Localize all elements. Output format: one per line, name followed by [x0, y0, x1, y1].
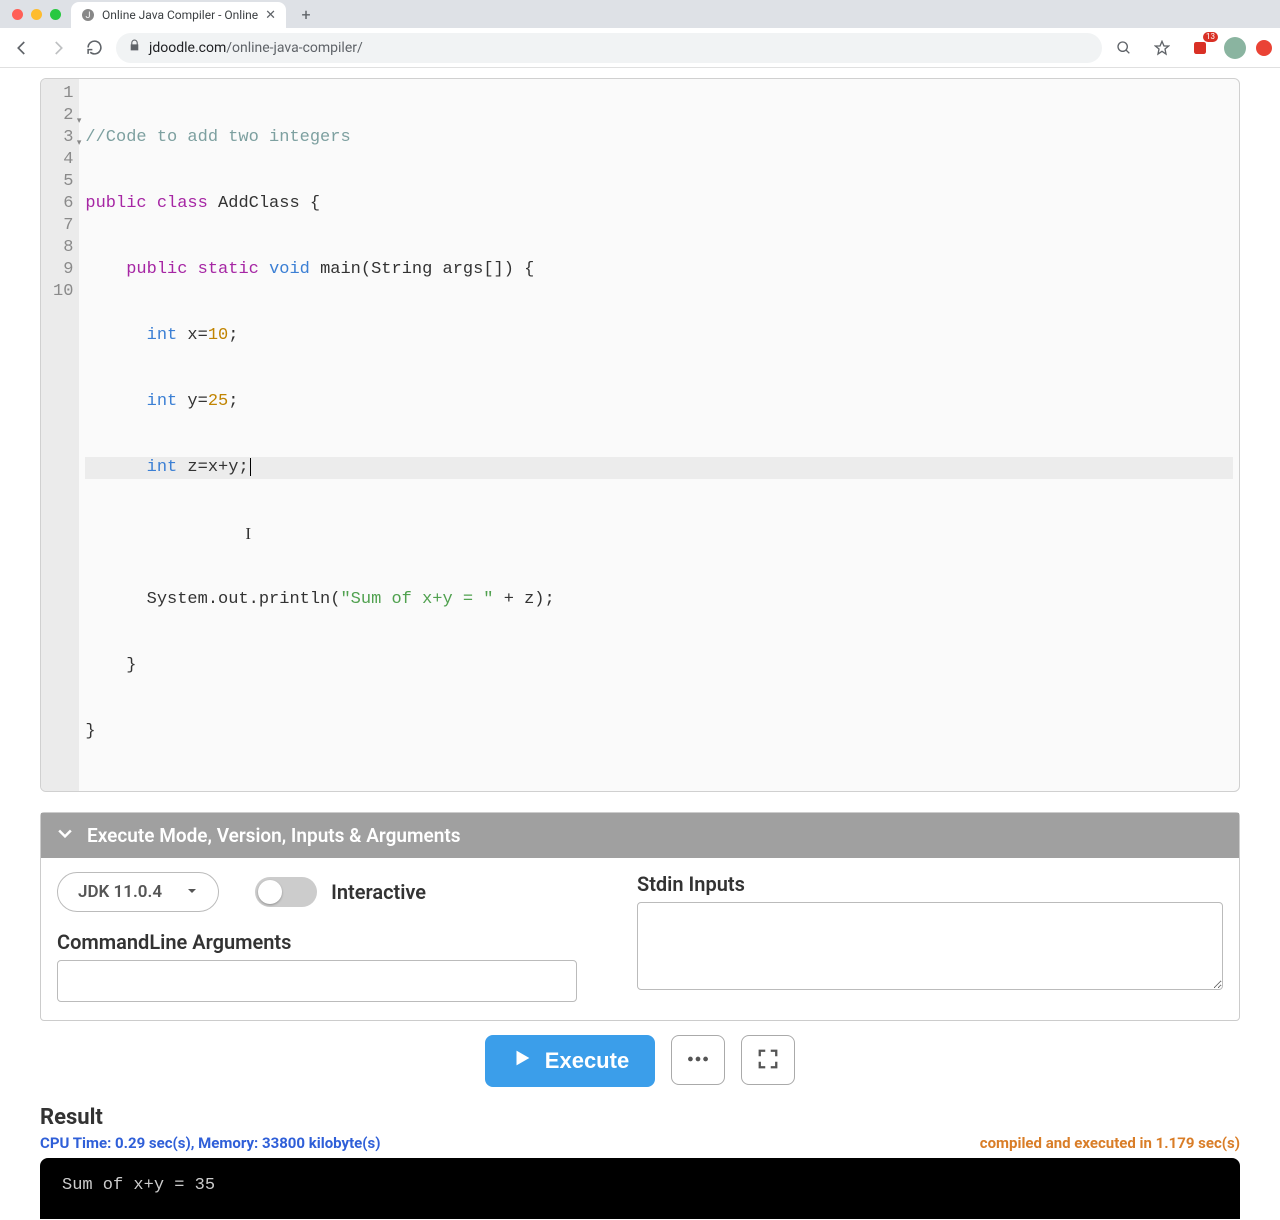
maximize-window-icon[interactable]	[50, 9, 61, 20]
fullscreen-button[interactable]	[741, 1035, 795, 1085]
stdin-input[interactable]	[637, 902, 1223, 990]
line-number: 10	[53, 281, 73, 303]
line-number: 8	[53, 237, 73, 259]
console-output-text: Sum of x+y = 35	[62, 1176, 215, 1195]
forward-button[interactable]	[44, 34, 72, 62]
line-gutter: 1 2 3 4 5 6 7 8 9 10	[41, 79, 79, 791]
text-cursor	[250, 458, 251, 476]
output-console[interactable]: Sum of x+y = 35	[40, 1158, 1240, 1219]
execute-panel-title: Execute Mode, Version, Inputs & Argument…	[87, 824, 461, 847]
more-options-button[interactable]	[671, 1035, 725, 1085]
tab-close-icon[interactable]: ✕	[265, 8, 276, 23]
reload-button[interactable]	[80, 34, 108, 62]
back-button[interactable]	[8, 34, 36, 62]
line-number: 9	[53, 259, 73, 281]
svg-text:J: J	[86, 11, 91, 21]
window-controls	[8, 9, 71, 20]
minimize-window-icon[interactable]	[31, 9, 42, 20]
result-cpu-memory: CPU Time: 0.29 sec(s), Memory: 33800 kil…	[40, 1134, 380, 1152]
line-number: 4	[53, 149, 73, 171]
tab-title: Online Java Compiler - Online	[102, 8, 258, 22]
line-number: 1	[53, 83, 73, 105]
line-number: 6	[53, 193, 73, 215]
caret-down-icon	[186, 882, 198, 902]
address-bar[interactable]: jdoodle.com/online-java-compiler/	[116, 33, 1102, 63]
jdk-version-select[interactable]: JDK 11.0.4	[57, 872, 219, 912]
line-number: 5	[53, 171, 73, 193]
execute-button[interactable]: Execute	[485, 1035, 655, 1087]
ibeam-cursor-icon: I	[85, 524, 251, 543]
stdin-label: Stdin Inputs	[637, 872, 1223, 896]
nav-bar: jdoodle.com/online-java-compiler/ 13	[0, 28, 1280, 68]
code-editor[interactable]: 1 2 3 4 5 6 7 8 9 10 //Code to add two i…	[40, 78, 1240, 792]
line-number: 3	[53, 127, 73, 149]
fullscreen-icon	[757, 1048, 779, 1073]
profile-avatar[interactable]	[1224, 37, 1246, 59]
lock-icon	[128, 39, 141, 56]
bookmark-icon[interactable]	[1148, 34, 1176, 62]
execute-panel: Execute Mode, Version, Inputs & Argument…	[40, 812, 1240, 1021]
chevron-down-icon	[55, 823, 75, 848]
action-buttons: Execute	[40, 1035, 1240, 1087]
extension-icon-2[interactable]	[1256, 40, 1272, 56]
interactive-toggle[interactable]	[255, 877, 317, 907]
extension-icon[interactable]: 13	[1186, 34, 1214, 62]
play-icon	[511, 1047, 533, 1075]
page-content: 1 2 3 4 5 6 7 8 9 10 //Code to add two i…	[0, 68, 1280, 1219]
execute-button-label: Execute	[545, 1048, 629, 1074]
browser-chrome: J Online Java Compiler - Online ✕ + jdoo…	[0, 0, 1280, 68]
result-title: Result	[40, 1105, 1240, 1130]
close-window-icon[interactable]	[12, 9, 23, 20]
ellipsis-icon	[685, 1046, 711, 1075]
line-number: 7	[53, 215, 73, 237]
execute-panel-header[interactable]: Execute Mode, Version, Inputs & Argument…	[41, 813, 1239, 858]
zoom-icon[interactable]	[1110, 34, 1138, 62]
code-area[interactable]: //Code to add two integers public class …	[79, 79, 1239, 791]
new-tab-button[interactable]: +	[294, 2, 318, 26]
cli-args-input[interactable]	[57, 960, 577, 1002]
result-compile-time: compiled and executed in 1.179 sec(s)	[980, 1134, 1240, 1152]
url-text: jdoodle.com/online-java-compiler/	[149, 40, 363, 56]
interactive-label: Interactive	[331, 880, 426, 904]
result-section: Result CPU Time: 0.29 sec(s), Memory: 33…	[40, 1105, 1240, 1219]
tab-favicon-icon: J	[81, 8, 95, 22]
jdk-version-label: JDK 11.0.4	[78, 882, 162, 902]
line-number: 2	[53, 105, 73, 127]
browser-tab[interactable]: J Online Java Compiler - Online ✕	[71, 2, 286, 28]
cli-args-label: CommandLine Arguments	[57, 930, 577, 954]
tab-bar: J Online Java Compiler - Online ✕ +	[0, 0, 1280, 28]
